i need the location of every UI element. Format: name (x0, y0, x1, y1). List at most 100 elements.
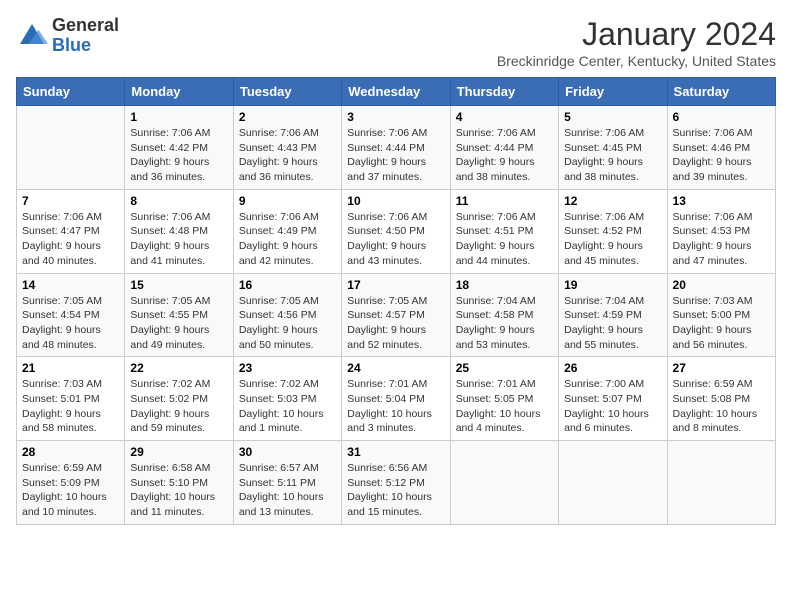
day-number: 19 (564, 278, 661, 292)
header-cell-monday: Monday (125, 78, 233, 106)
day-number: 13 (673, 194, 770, 208)
header-cell-saturday: Saturday (667, 78, 775, 106)
day-info: Sunrise: 7:05 AM Sunset: 4:56 PM Dayligh… (239, 294, 336, 353)
calendar-cell: 16 Sunrise: 7:05 AM Sunset: 4:56 PM Dayli… (233, 273, 341, 357)
calendar-cell: 29 Sunrise: 6:58 AM Sunset: 5:10 PM Dayli… (125, 441, 233, 525)
day-info: Sunrise: 7:06 AM Sunset: 4:44 PM Dayligh… (347, 126, 444, 185)
day-info: Sunrise: 7:06 AM Sunset: 4:53 PM Dayligh… (673, 210, 770, 269)
day-info: Sunrise: 7:06 AM Sunset: 4:43 PM Dayligh… (239, 126, 336, 185)
day-number: 9 (239, 194, 336, 208)
day-number: 20 (673, 278, 770, 292)
calendar-cell: 30 Sunrise: 6:57 AM Sunset: 5:11 PM Dayli… (233, 441, 341, 525)
day-number: 26 (564, 361, 661, 375)
calendar-week-row: 7Sunrise: 7:06 AM Sunset: 4:47 PM Daylig… (17, 189, 776, 273)
day-info: Sunrise: 7:01 AM Sunset: 5:04 PM Dayligh… (347, 377, 444, 436)
day-number: 12 (564, 194, 661, 208)
calendar-cell: 17 Sunrise: 7:05 AM Sunset: 4:57 PM Dayli… (342, 273, 450, 357)
day-info: Sunrise: 7:06 AM Sunset: 4:46 PM Dayligh… (673, 126, 770, 185)
day-info: Sunrise: 7:06 AM Sunset: 4:48 PM Dayligh… (130, 210, 227, 269)
header-cell-wednesday: Wednesday (342, 78, 450, 106)
calendar-cell: 8Sunrise: 7:06 AM Sunset: 4:48 PM Daylig… (125, 189, 233, 273)
day-info: Sunrise: 7:05 AM Sunset: 4:55 PM Dayligh… (130, 294, 227, 353)
day-info: Sunrise: 7:06 AM Sunset: 4:42 PM Dayligh… (130, 126, 227, 185)
header-row: SundayMondayTuesdayWednesdayThursdayFrid… (17, 78, 776, 106)
day-info: Sunrise: 7:06 AM Sunset: 4:45 PM Dayligh… (564, 126, 661, 185)
header-cell-thursday: Thursday (450, 78, 558, 106)
calendar-cell: 26Sunrise: 7:00 AM Sunset: 5:07 PM Dayli… (559, 357, 667, 441)
day-info: Sunrise: 7:06 AM Sunset: 4:52 PM Dayligh… (564, 210, 661, 269)
calendar-cell: 9 Sunrise: 7:06 AM Sunset: 4:49 PM Daylig… (233, 189, 341, 273)
month-year-title: January 2024 (497, 16, 776, 53)
logo-icon (16, 20, 48, 52)
calendar-cell: 14Sunrise: 7:05 AM Sunset: 4:54 PM Dayli… (17, 273, 125, 357)
day-info: Sunrise: 7:06 AM Sunset: 4:44 PM Dayligh… (456, 126, 553, 185)
calendar-cell: 3 Sunrise: 7:06 AM Sunset: 4:44 PM Daylig… (342, 106, 450, 190)
calendar-week-row: 28 Sunrise: 6:59 AM Sunset: 5:09 PM Dayli… (17, 441, 776, 525)
calendar-cell: 21Sunrise: 7:03 AM Sunset: 5:01 PM Dayli… (17, 357, 125, 441)
day-info: Sunrise: 6:59 AM Sunset: 5:08 PM Dayligh… (673, 377, 770, 436)
day-number: 6 (673, 110, 770, 124)
day-number: 4 (456, 110, 553, 124)
day-number: 5 (564, 110, 661, 124)
calendar-cell: 11 Sunrise: 7:06 AM Sunset: 4:51 PM Dayli… (450, 189, 558, 273)
day-info: Sunrise: 7:02 AM Sunset: 5:03 PM Dayligh… (239, 377, 336, 436)
day-number: 11 (456, 194, 553, 208)
calendar-cell: 7Sunrise: 7:06 AM Sunset: 4:47 PM Daylig… (17, 189, 125, 273)
day-number: 3 (347, 110, 444, 124)
day-number: 29 (130, 445, 227, 459)
header-cell-friday: Friday (559, 78, 667, 106)
day-info: Sunrise: 7:03 AM Sunset: 5:00 PM Dayligh… (673, 294, 770, 353)
calendar-cell: 18 Sunrise: 7:04 AM Sunset: 4:58 PM Dayli… (450, 273, 558, 357)
day-info: Sunrise: 7:06 AM Sunset: 4:51 PM Dayligh… (456, 210, 553, 269)
logo-blue: Blue (52, 35, 91, 55)
day-number: 27 (673, 361, 770, 375)
calendar-cell: 22 Sunrise: 7:02 AM Sunset: 5:02 PM Dayli… (125, 357, 233, 441)
day-number: 24 (347, 361, 444, 375)
calendar-week-row: 1 Sunrise: 7:06 AM Sunset: 4:42 PM Daylig… (17, 106, 776, 190)
calendar-cell: 13 Sunrise: 7:06 AM Sunset: 4:53 PM Dayli… (667, 189, 775, 273)
calendar-cell (17, 106, 125, 190)
day-number: 17 (347, 278, 444, 292)
day-number: 15 (130, 278, 227, 292)
header-cell-sunday: Sunday (17, 78, 125, 106)
logo-text: General Blue (52, 16, 119, 56)
day-info: Sunrise: 7:04 AM Sunset: 4:59 PM Dayligh… (564, 294, 661, 353)
header-cell-tuesday: Tuesday (233, 78, 341, 106)
day-info: Sunrise: 7:04 AM Sunset: 4:58 PM Dayligh… (456, 294, 553, 353)
location-subtitle: Breckinridge Center, Kentucky, United St… (497, 53, 776, 69)
calendar-cell: 28 Sunrise: 6:59 AM Sunset: 5:09 PM Dayli… (17, 441, 125, 525)
day-number: 30 (239, 445, 336, 459)
logo-general: General (52, 15, 119, 35)
calendar-week-row: 14Sunrise: 7:05 AM Sunset: 4:54 PM Dayli… (17, 273, 776, 357)
day-number: 23 (239, 361, 336, 375)
title-block: January 2024 Breckinridge Center, Kentuc… (497, 16, 776, 69)
day-number: 25 (456, 361, 553, 375)
calendar-cell: 15 Sunrise: 7:05 AM Sunset: 4:55 PM Dayli… (125, 273, 233, 357)
calendar-cell: 12 Sunrise: 7:06 AM Sunset: 4:52 PM Dayli… (559, 189, 667, 273)
day-number: 22 (130, 361, 227, 375)
day-info: Sunrise: 6:58 AM Sunset: 5:10 PM Dayligh… (130, 461, 227, 520)
calendar-cell: 20 Sunrise: 7:03 AM Sunset: 5:00 PM Dayli… (667, 273, 775, 357)
day-info: Sunrise: 6:59 AM Sunset: 5:09 PM Dayligh… (22, 461, 119, 520)
calendar-body: 1 Sunrise: 7:06 AM Sunset: 4:42 PM Daylig… (17, 106, 776, 525)
calendar-cell: 23 Sunrise: 7:02 AM Sunset: 5:03 PM Dayli… (233, 357, 341, 441)
calendar-cell: 31Sunrise: 6:56 AM Sunset: 5:12 PM Dayli… (342, 441, 450, 525)
calendar-cell: 25Sunrise: 7:01 AM Sunset: 5:05 PM Dayli… (450, 357, 558, 441)
day-number: 16 (239, 278, 336, 292)
day-number: 21 (22, 361, 119, 375)
day-info: Sunrise: 7:05 AM Sunset: 4:54 PM Dayligh… (22, 294, 119, 353)
day-number: 1 (130, 110, 227, 124)
logo: General Blue (16, 16, 119, 56)
day-info: Sunrise: 7:02 AM Sunset: 5:02 PM Dayligh… (130, 377, 227, 436)
calendar-week-row: 21Sunrise: 7:03 AM Sunset: 5:01 PM Dayli… (17, 357, 776, 441)
calendar-table: SundayMondayTuesdayWednesdayThursdayFrid… (16, 77, 776, 525)
day-info: Sunrise: 7:05 AM Sunset: 4:57 PM Dayligh… (347, 294, 444, 353)
day-number: 28 (22, 445, 119, 459)
day-number: 31 (347, 445, 444, 459)
day-number: 18 (456, 278, 553, 292)
page-header: General Blue January 2024 Breckinridge C… (16, 16, 776, 69)
day-info: Sunrise: 6:57 AM Sunset: 5:11 PM Dayligh… (239, 461, 336, 520)
calendar-cell: 2Sunrise: 7:06 AM Sunset: 4:43 PM Daylig… (233, 106, 341, 190)
calendar-cell: 4 Sunrise: 7:06 AM Sunset: 4:44 PM Daylig… (450, 106, 558, 190)
day-info: Sunrise: 7:06 AM Sunset: 4:49 PM Dayligh… (239, 210, 336, 269)
